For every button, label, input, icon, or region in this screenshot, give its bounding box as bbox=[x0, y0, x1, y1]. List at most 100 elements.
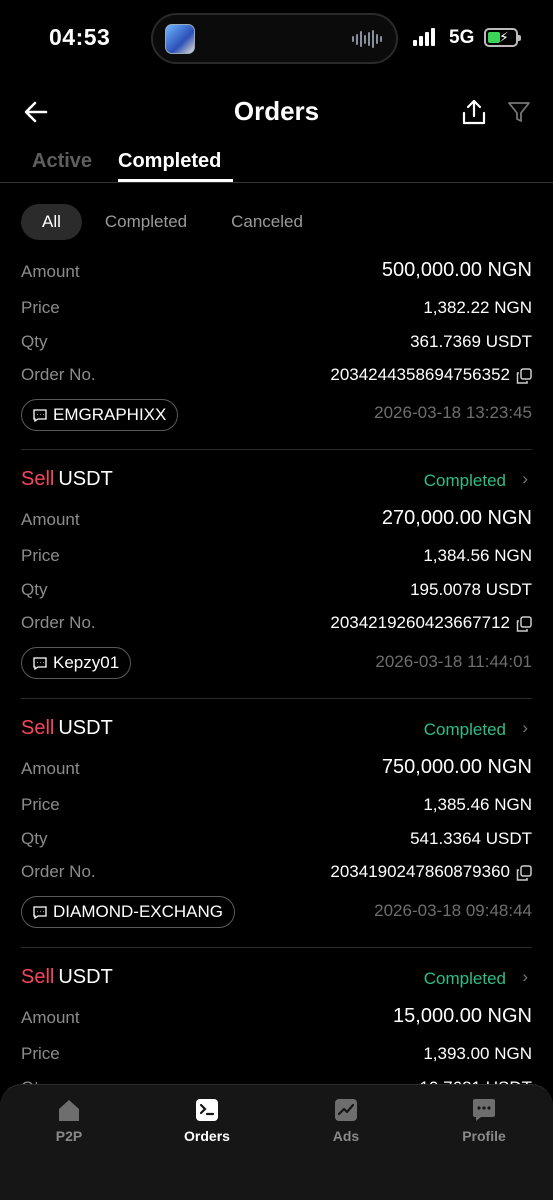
amount-row: Amount 750,000.00 NGN bbox=[21, 755, 532, 785]
amount-label: Amount bbox=[21, 510, 80, 529]
order-side: Sell bbox=[21, 468, 55, 490]
order-header: Sell USDT Completed › bbox=[21, 468, 532, 500]
qty-value: 361.7369 USDT bbox=[410, 332, 532, 351]
audio-wave-icon bbox=[352, 30, 382, 48]
price-value: 1,382.22 NGN bbox=[423, 298, 532, 317]
share-icon[interactable] bbox=[461, 98, 487, 126]
amount-row: Amount 500,000.00 NGN bbox=[21, 258, 532, 288]
price-row: Price 1,393.00 NGN bbox=[21, 1040, 532, 1070]
filter-icon[interactable] bbox=[507, 100, 531, 124]
order-card[interactable]: Sell USDT Completed › Amount 15,000.00 NG… bbox=[21, 948, 532, 1086]
copy-icon[interactable] bbox=[516, 616, 532, 632]
order-timestamp: 2026-03-18 09:48:44 bbox=[374, 901, 532, 920]
nav-label: Ads bbox=[332, 1128, 360, 1144]
order-timestamp: 2026-03-18 11:44:01 bbox=[375, 652, 532, 671]
amount-row: Amount 270,000.00 NGN bbox=[21, 506, 532, 536]
nav-p2p[interactable]: P2P bbox=[19, 1097, 119, 1144]
price-value: 1,384.56 NGN bbox=[423, 546, 532, 565]
nav-label: Profile bbox=[462, 1128, 506, 1144]
amount-value: 500,000.00 NGN bbox=[381, 259, 532, 281]
nav-profile[interactable]: Profile bbox=[434, 1097, 534, 1144]
qty-label: Qty bbox=[21, 332, 48, 351]
counterparty-chip[interactable]: DIAMOND-EXCHANG bbox=[21, 896, 236, 928]
order-card[interactable]: Sell USDT Completed › Amount 270,000.00 N… bbox=[21, 450, 532, 699]
price-row: Price 1,385.46 NGN bbox=[21, 791, 532, 821]
profile-chat-icon bbox=[473, 1099, 495, 1121]
filter-all[interactable]: All bbox=[21, 204, 82, 240]
order-coin: USDT bbox=[58, 468, 113, 490]
dynamic-island bbox=[151, 13, 398, 64]
order-status: Completed bbox=[423, 471, 506, 490]
amount-value: 750,000.00 NGN bbox=[381, 756, 532, 778]
ads-chart-icon bbox=[335, 1099, 357, 1121]
order-side: Sell bbox=[21, 966, 55, 988]
counterparty-chip[interactable]: Kepzy01 bbox=[21, 647, 132, 679]
order-no-value: 2034219260423667712 bbox=[330, 613, 510, 632]
network-type: 5G bbox=[449, 27, 475, 48]
price-value: 1,385.46 NGN bbox=[423, 795, 532, 814]
order-status: Completed bbox=[423, 969, 506, 988]
tab-completed[interactable]: Completed bbox=[118, 150, 221, 173]
amount-value: 15,000.00 NGN bbox=[393, 1005, 532, 1027]
battery-icon: ⚡ bbox=[484, 28, 521, 47]
chat-icon bbox=[33, 408, 47, 422]
qty-label: Qty bbox=[21, 829, 48, 848]
amount-label: Amount bbox=[21, 759, 80, 778]
order-no-value: 2034244358694756352 bbox=[330, 365, 510, 384]
chevron-right-icon[interactable]: › bbox=[522, 469, 528, 489]
order-coin: USDT bbox=[58, 717, 113, 739]
nav-ads[interactable]: Ads bbox=[296, 1097, 396, 1144]
qty-value: 195.0078 USDT bbox=[410, 580, 532, 599]
price-row: Price 1,384.56 NGN bbox=[21, 542, 532, 572]
amount-row: Amount 15,000.00 NGN bbox=[21, 1004, 532, 1034]
order-side: Sell bbox=[21, 717, 55, 739]
home-icon bbox=[59, 1100, 79, 1121]
status-time: 04:53 bbox=[49, 24, 111, 50]
amount-value: 270,000.00 NGN bbox=[381, 507, 532, 529]
order-status: Completed bbox=[423, 720, 506, 739]
amount-label: Amount bbox=[21, 262, 80, 281]
orders-icon bbox=[196, 1099, 218, 1121]
order-list: Amount 500,000.00 NGN Price 1,382.22 NGN… bbox=[0, 250, 553, 1086]
order-coin: USDT bbox=[58, 966, 113, 988]
order-card[interactable]: Sell USDT Completed › Amount 750,000.00 N… bbox=[21, 699, 532, 948]
tab-active[interactable]: Active bbox=[32, 150, 92, 173]
price-label: Price bbox=[21, 795, 60, 814]
copy-icon[interactable] bbox=[516, 368, 532, 384]
order-no-row: Order No. 2034190247860879360 bbox=[21, 858, 532, 888]
price-label: Price bbox=[21, 298, 60, 317]
copy-icon[interactable] bbox=[516, 865, 532, 881]
counterparty-name: DIAMOND-EXCHANG bbox=[53, 902, 224, 921]
signal-icon bbox=[413, 28, 435, 46]
order-header: Sell USDT Completed › bbox=[21, 966, 532, 998]
chevron-right-icon[interactable]: › bbox=[522, 967, 528, 987]
order-no-label: Order No. bbox=[21, 613, 96, 632]
qty-row: Qty 195.0078 USDT bbox=[21, 576, 532, 606]
nav-orders[interactable]: Orders bbox=[157, 1097, 257, 1144]
header: Orders bbox=[0, 90, 553, 134]
order-no-row: Order No. 2034244358694756352 bbox=[21, 361, 532, 391]
order-no-row: Order No. 2034219260423667712 bbox=[21, 609, 532, 639]
amount-label: Amount bbox=[21, 1008, 80, 1027]
order-card[interactable]: Amount 500,000.00 NGN Price 1,382.22 NGN… bbox=[21, 250, 532, 450]
tab-underline bbox=[118, 179, 233, 182]
qty-label: Qty bbox=[21, 580, 48, 599]
nav-label: Orders bbox=[184, 1128, 230, 1144]
order-timestamp: 2026-03-18 13:23:45 bbox=[374, 403, 532, 422]
filter-completed[interactable]: Completed bbox=[85, 204, 207, 240]
counterparty-name: Kepzy01 bbox=[53, 653, 120, 672]
counterparty-chip[interactable]: EMGRAPHIXX bbox=[21, 399, 179, 431]
price-row: Price 1,382.22 NGN bbox=[21, 294, 532, 324]
chat-icon bbox=[33, 905, 47, 919]
order-no-value: 2034190247860879360 bbox=[330, 862, 510, 881]
status-bar: 04:53 5G ⚡ bbox=[0, 0, 553, 78]
price-label: Price bbox=[21, 1044, 60, 1063]
chevron-right-icon[interactable]: › bbox=[522, 718, 528, 738]
qty-value: 541.3364 USDT bbox=[410, 829, 532, 848]
price-value: 1,393.00 NGN bbox=[423, 1044, 532, 1063]
status-filter: All Completed Canceled bbox=[21, 204, 323, 240]
nav-label: P2P bbox=[55, 1128, 83, 1144]
filter-canceled[interactable]: Canceled bbox=[211, 204, 323, 240]
chat-icon bbox=[33, 656, 47, 670]
now-playing-app-icon bbox=[165, 24, 195, 54]
